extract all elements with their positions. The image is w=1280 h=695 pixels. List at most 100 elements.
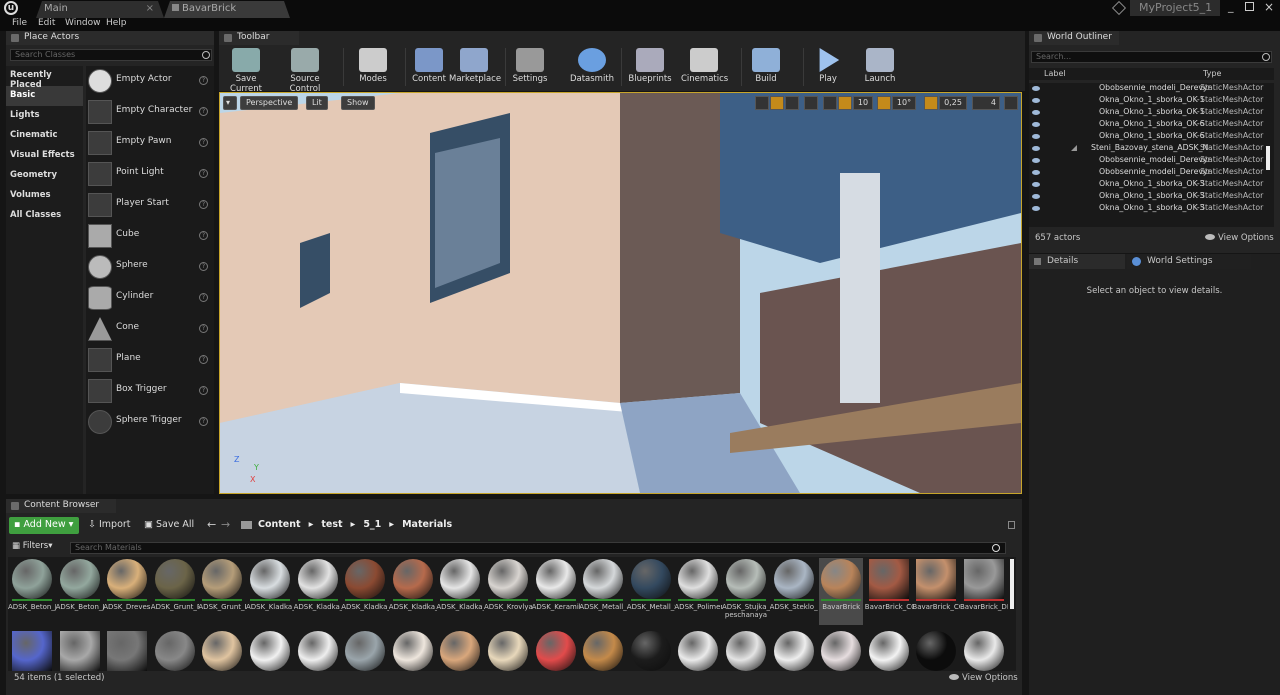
back-arrow-icon[interactable]: ←: [207, 518, 216, 531]
asset-tile[interactable]: [819, 630, 863, 671]
outliner-row[interactable]: Okna_Okno_1_sborka_OK-3 StaticMeshActor: [1029, 203, 1274, 215]
asset-tile[interactable]: ADSK_Kladka_Bloki_Keramoblok: [246, 558, 294, 625]
asset-tile[interactable]: ADSK_Keramika_Fayans_beliy: [532, 558, 580, 625]
asset-tile[interactable]: BavarBrick_DISP: [960, 558, 1008, 625]
asset-tile[interactable]: [581, 630, 625, 671]
actor-item-box-trigger[interactable]: Box Trigger?: [86, 376, 214, 407]
rotation-snap-value[interactable]: 10°: [892, 96, 916, 110]
asset-tile[interactable]: [58, 630, 102, 671]
outliner-row[interactable]: Obobsennie_modeli_Derevyr StaticMeshActor: [1029, 155, 1274, 167]
outliner-row[interactable]: Okna_Okno_1_sborka_OK-1 StaticMeshActor: [1029, 95, 1274, 107]
actor-item-player-start[interactable]: Player Start?: [86, 190, 214, 221]
visibility-eye-icon[interactable]: [1032, 122, 1040, 127]
asset-grid-scrollbar[interactable]: [1010, 559, 1014, 609]
asset-tile[interactable]: [629, 630, 673, 671]
cb-view-options[interactable]: View Options: [949, 673, 1018, 683]
rotation-snap-icon[interactable]: [877, 96, 891, 110]
scale-snap-icon[interactable]: [924, 96, 938, 110]
menu-window[interactable]: Window: [65, 18, 101, 28]
add-new-button[interactable]: ▪ Add New ▾: [9, 517, 79, 534]
asset-tile[interactable]: ADSK_Krovlya_Bitumnaya_Plitka: [484, 558, 532, 625]
visibility-eye-icon[interactable]: [1032, 158, 1040, 163]
unreal-logo-icon[interactable]: u: [4, 1, 18, 15]
outliner-row[interactable]: Okna_Okno_1_sborka_OK-6 StaticMeshActor: [1029, 131, 1274, 143]
tab-world-settings[interactable]: World Settings: [1127, 254, 1251, 269]
category-volumes[interactable]: Volumes: [6, 186, 83, 206]
asset-tile[interactable]: ADSK_Beton_Jelezobeton: [8, 558, 56, 625]
actor-item-empty-character[interactable]: Empty Character?: [86, 97, 214, 128]
filters-button[interactable]: ▦ Filters▾: [12, 541, 53, 551]
show-button[interactable]: Show: [341, 96, 375, 110]
search-classes-input[interactable]: Search Classes: [10, 49, 212, 61]
actor-item-cylinder[interactable]: Cylinder?: [86, 283, 214, 314]
asset-tile[interactable]: [153, 630, 197, 671]
expand-arrow-icon[interactable]: ◢: [1071, 143, 1077, 152]
outliner-scrollbar[interactable]: [1266, 146, 1270, 170]
asset-tile[interactable]: ADSK_Beton_Jelezobeton_sborniy: [56, 558, 104, 625]
visibility-eye-icon[interactable]: [1032, 110, 1040, 115]
breadcrumb-content[interactable]: Content: [258, 519, 301, 530]
actor-item-cone[interactable]: Cone?: [86, 314, 214, 345]
breadcrumb-5-1[interactable]: 5_1: [363, 519, 381, 530]
asset-tile[interactable]: ADSK_Kladka_Kirpic_Oblitsovochn: [341, 558, 389, 625]
outliner-search-input[interactable]: Search...: [1031, 51, 1272, 63]
asset-tile[interactable]: ADSK_Steklo_Prozrachnoe_bestsvetnoe: [770, 558, 818, 625]
help-icon[interactable]: ?: [199, 386, 208, 395]
asset-tile[interactable]: ADSK_Drevesina_Bereza: [103, 558, 151, 625]
notification-icon[interactable]: [1111, 0, 1127, 16]
tab-details[interactable]: Details: [1029, 254, 1125, 269]
build-button[interactable]: Build: [749, 48, 783, 86]
category-geometry[interactable]: Geometry: [6, 166, 83, 186]
visibility-eye-icon[interactable]: [1032, 98, 1040, 103]
asset-tile[interactable]: [534, 630, 578, 671]
asset-tile[interactable]: [438, 630, 482, 671]
actor-item-sphere-trigger[interactable]: Sphere Trigger?: [86, 407, 214, 438]
visibility-eye-icon[interactable]: [1032, 86, 1040, 91]
camera-speed-value[interactable]: 4: [972, 96, 1000, 110]
close-icon[interactable]: ×: [146, 3, 154, 14]
actor-item-plane[interactable]: Plane?: [86, 345, 214, 376]
translate-icon[interactable]: [755, 96, 769, 110]
menu-edit[interactable]: Edit: [38, 18, 55, 28]
scale-icon[interactable]: [785, 96, 799, 110]
tab-bavarbrick[interactable]: BavarBrick: [164, 1, 290, 18]
category-cinematic[interactable]: Cinematic: [6, 126, 83, 146]
save-all-button[interactable]: ▣ Save All: [144, 519, 194, 530]
asset-tile[interactable]: [200, 630, 244, 671]
outliner-row[interactable]: Obobsennie_modeli_Derevyr StaticMeshActor: [1029, 167, 1274, 179]
maximize-viewport-icon[interactable]: [1004, 96, 1018, 110]
help-icon[interactable]: ?: [199, 324, 208, 333]
cinematics-button[interactable]: Cinematics: [681, 48, 728, 86]
asset-tile[interactable]: ADSK_Grunt_Pocva: [151, 558, 199, 625]
outliner-row[interactable]: Okna_Okno_1_sborka_OK-3 StaticMeshActor: [1029, 179, 1274, 191]
actor-item-empty-actor[interactable]: Empty Actor?: [86, 66, 214, 97]
visibility-eye-icon[interactable]: [1032, 170, 1040, 175]
menu-help[interactable]: Help: [106, 18, 127, 28]
actor-item-sphere[interactable]: Sphere?: [86, 252, 214, 283]
lit-button[interactable]: Lit: [306, 96, 328, 110]
asset-tile[interactable]: [772, 630, 816, 671]
lock-icon[interactable]: [1008, 521, 1015, 529]
import-button[interactable]: ⇩ Import: [88, 519, 131, 530]
search-icon[interactable]: [992, 544, 1000, 552]
modes-button[interactable]: Modes: [353, 48, 393, 86]
outliner-row[interactable]: Okna_Okno_1_sborka_OK-1 StaticMeshActor: [1029, 107, 1274, 119]
grid-snap-icon[interactable]: [838, 96, 852, 110]
asset-tile[interactable]: ADSK_Kladka_Kirpic_Ryadovoy: [436, 558, 484, 625]
asset-tile[interactable]: [676, 630, 720, 671]
help-icon[interactable]: ?: [199, 76, 208, 85]
grid-size-value[interactable]: 10: [853, 96, 873, 110]
help-icon[interactable]: ?: [199, 169, 208, 178]
search-materials-input[interactable]: Search Materials: [70, 542, 1006, 554]
asset-tile[interactable]: [724, 630, 768, 671]
visibility-eye-icon[interactable]: [1032, 134, 1040, 139]
help-icon[interactable]: ?: [199, 107, 208, 116]
asset-tile[interactable]: [105, 630, 149, 671]
category-lights[interactable]: Lights: [6, 106, 83, 126]
category-recently-placed[interactable]: Recently Placed: [6, 66, 83, 90]
world-local-icon[interactable]: [804, 96, 818, 110]
asset-tile[interactable]: [867, 630, 911, 671]
marketplace-button[interactable]: Marketplace: [449, 48, 501, 86]
search-icon[interactable]: [202, 51, 210, 59]
asset-tile[interactable]: [391, 630, 435, 671]
